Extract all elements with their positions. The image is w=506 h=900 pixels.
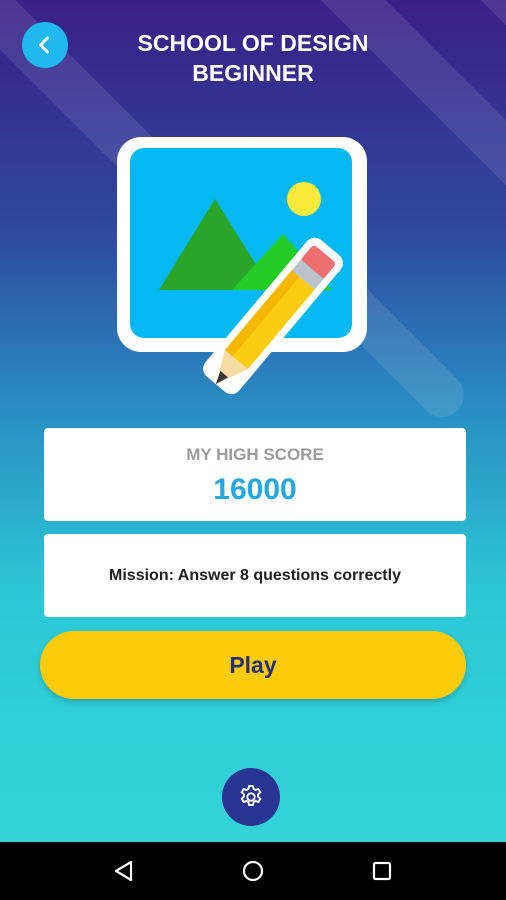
image-edit-icon — [117, 137, 367, 395]
system-navigation-bar — [0, 842, 506, 900]
title-line-1: SCHOOL OF DESIGN — [137, 30, 369, 56]
settings-button[interactable] — [222, 768, 280, 826]
mission-text: Mission: Answer 8 questions correctly — [109, 566, 401, 584]
high-score-label: MY HIGH SCORE — [186, 445, 324, 464]
home-circle-icon — [242, 860, 264, 882]
nav-recents-button[interactable] — [362, 851, 402, 891]
back-triangle-icon — [115, 860, 133, 882]
nav-back-button[interactable] — [104, 851, 144, 891]
high-score-card: MY HIGH SCORE 16000 — [44, 428, 466, 521]
play-button[interactable]: Play — [40, 631, 466, 699]
page-title: SCHOOL OF DESIGN BEGINNER — [0, 28, 506, 88]
title-line-2: BEGINNER — [192, 60, 314, 86]
high-score-value: 16000 — [213, 473, 297, 506]
screen: SCHOOL OF DESIGN BEGINNER MY HIGH SCORE … — [0, 0, 506, 842]
gear-icon — [240, 784, 262, 806]
nav-home-button[interactable] — [233, 851, 273, 891]
recents-square-icon — [372, 861, 391, 881]
mission-card: Mission: Answer 8 questions correctly — [44, 534, 466, 617]
